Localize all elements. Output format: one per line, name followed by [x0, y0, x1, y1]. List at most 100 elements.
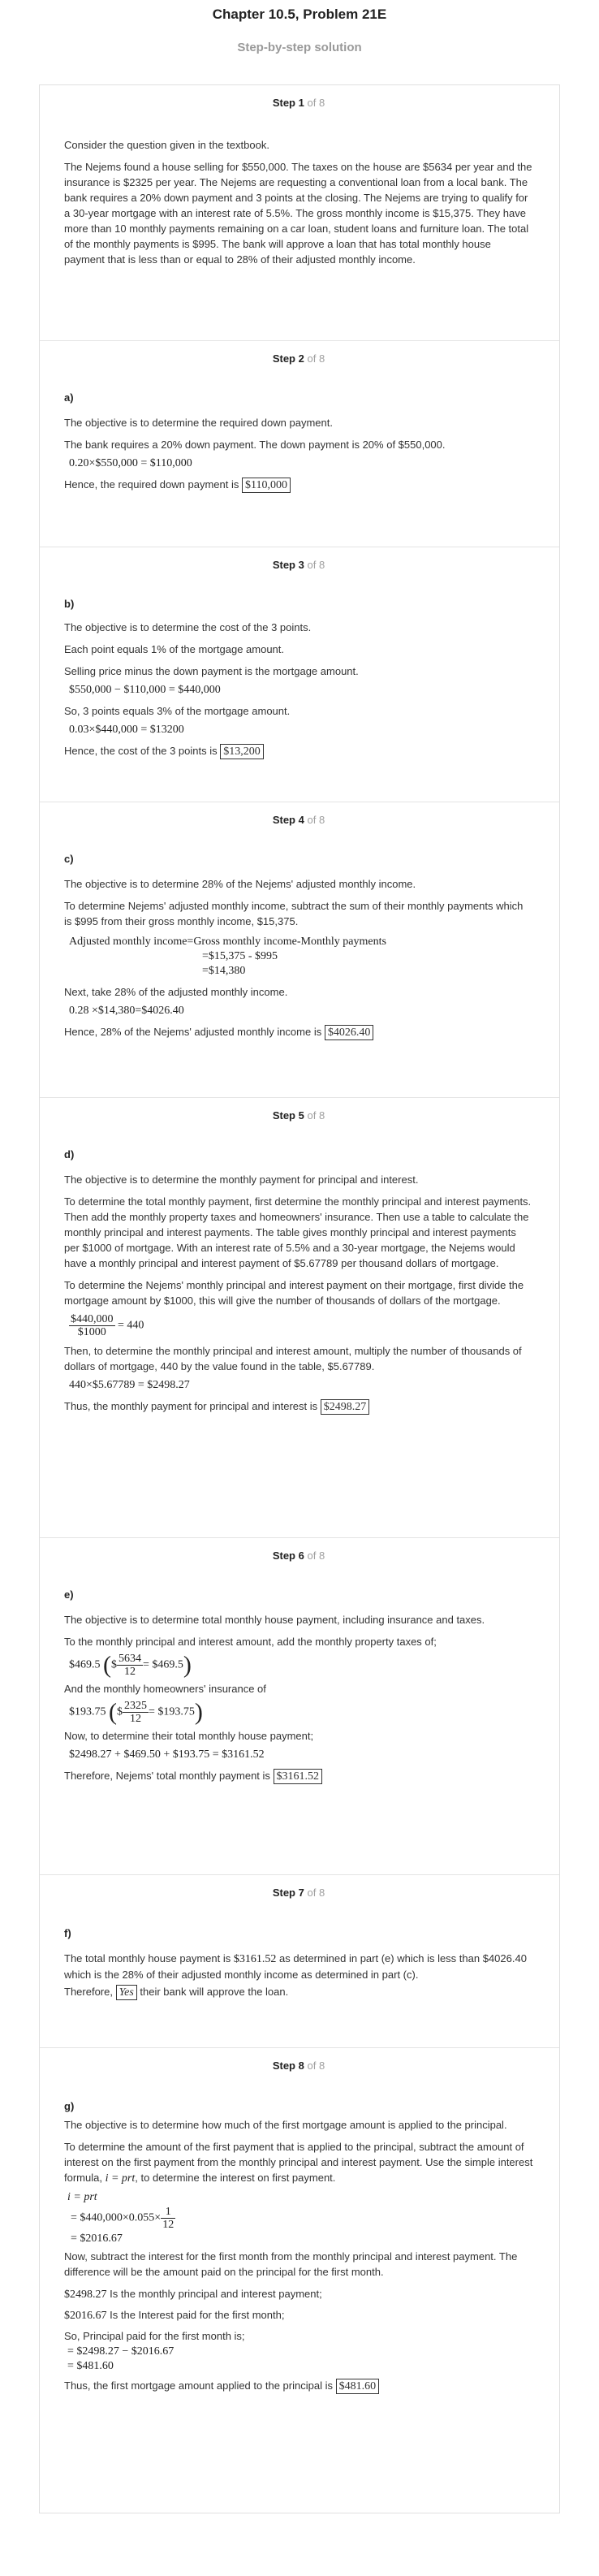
inline-math: i = prt	[105, 2172, 136, 2185]
paragraph: Consider the question given in the textb…	[64, 139, 269, 151]
text: , to determine the interest on first pay…	[135, 2172, 336, 2184]
numerator: $440,000	[69, 1313, 115, 1326]
conclusion: Hence, the required down payment is $110…	[64, 477, 533, 493]
conclusion-text: of the Nejems' adjusted monthly income i…	[124, 1026, 322, 1038]
paragraph: Now, to determine their total monthly ho…	[64, 1730, 314, 1742]
paragraph: The objective is to determine the monthl…	[64, 1173, 419, 1186]
result: = $469.5	[143, 1658, 183, 1671]
denominator: 12	[124, 1666, 136, 1678]
equation: Adjusted monthly income=Gross monthly in…	[69, 936, 386, 948]
part-label: b)	[64, 598, 75, 610]
fraction: 5634 12	[117, 1653, 143, 1678]
inline-math: $2498.27	[64, 2289, 107, 2301]
answer-box: Yes	[115, 1985, 137, 2000]
paren-right: )	[194, 1698, 203, 1726]
page-title: Chapter 10.5, Problem 21E	[212, 6, 387, 22]
step-header: Step 2 of 8	[64, 341, 533, 369]
numerator: 1	[161, 2206, 176, 2219]
numerator: 5634	[117, 1653, 143, 1666]
step-of: of 8	[307, 1549, 325, 1562]
conclusion-text: Hence, the required down payment is	[64, 478, 239, 491]
step-6: Step 6 of 8 e) The objective is to deter…	[40, 1537, 559, 1874]
fraction: 1 12	[161, 2206, 176, 2231]
conclusion-text: Hence,	[64, 1026, 98, 1038]
equation: 0.28 ×$14,380=$4026.40	[69, 1005, 184, 1017]
inline-math: $3161.52	[233, 1953, 277, 1965]
step-word: Step	[272, 2060, 295, 2072]
step-word: Step	[272, 97, 295, 109]
equation-term: $469.5	[69, 1658, 101, 1671]
conclusion-text: their bank will approve the loan.	[140, 1986, 289, 1998]
step-number: 1	[298, 97, 304, 109]
step-number: 8	[298, 2060, 304, 2072]
equation-term: $193.75	[69, 1705, 106, 1718]
equation: = $2498.27 − $2016.67	[67, 2345, 175, 2358]
conclusion-text: Hence, the cost of the 3 points is	[64, 745, 218, 757]
answer-box: $110,000	[241, 478, 291, 493]
paragraph: To determine Nejems' adjusted monthly in…	[64, 900, 524, 927]
step-header: Step 8 of 8	[64, 2048, 533, 2076]
numerator: 2325	[123, 1700, 149, 1713]
step-number: 3	[298, 559, 304, 571]
equation-term: = $440,000×0.055×	[71, 2211, 162, 2224]
solution-container: Step 1 of 8 Consider the question given …	[39, 84, 560, 2513]
step-word: Step	[272, 352, 295, 365]
inline-math: $2016.67	[64, 2310, 107, 2322]
step-number: 4	[298, 814, 304, 826]
paragraph: The objective is to determine total mont…	[64, 1614, 485, 1626]
equation: $193.75 ($ 2325 12 = $193.75)	[69, 1700, 533, 1725]
currency-symbol: $	[111, 1658, 117, 1671]
paragraph: So, Principal paid for the first month i…	[64, 2330, 245, 2342]
conclusion-text: Therefore,	[64, 1986, 113, 1998]
step-header: Step 4 of 8	[64, 802, 533, 830]
paragraph: To determine the amount of the first pay…	[64, 2139, 533, 2186]
inline-math: 28%	[100, 1027, 122, 1039]
equation: $440,000 $1000 = 440	[69, 1313, 533, 1338]
paragraph: The bank requires a 20% down payment. Th…	[64, 439, 446, 451]
part-label: a)	[64, 391, 74, 404]
step-of: of 8	[307, 814, 325, 826]
paren-right: )	[183, 1651, 192, 1679]
equation: =$15,375 - $995	[202, 950, 278, 962]
step-word: Step	[272, 1109, 295, 1122]
step-7: Step 7 of 8 f) The total monthly house p…	[40, 1874, 559, 2047]
paren-left: (	[109, 1698, 117, 1726]
paragraph: The objective is to determine the cost o…	[64, 621, 312, 633]
step-of: of 8	[307, 1109, 325, 1122]
paragraph: Next, take 28% of the adjusted monthly i…	[64, 986, 288, 998]
conclusion-text: Thus, the first mortgage amount applied …	[64, 2379, 333, 2392]
step-word: Step	[272, 1549, 295, 1562]
step-word: Step	[272, 1887, 295, 1899]
conclusion: Therefore, Yes their bank will approve t…	[64, 1984, 533, 2000]
paragraph: Then, to determine the monthly principal…	[64, 1345, 522, 1372]
fraction: $440,000 $1000	[69, 1313, 115, 1338]
equation: 440×$5.67789 = $2498.27	[69, 1379, 190, 1391]
denominator: 12	[130, 1713, 141, 1725]
answer-box: $2498.27	[320, 1399, 370, 1415]
equation: 0.03×$440,000 = $13200	[69, 724, 184, 736]
result: = 440	[118, 1319, 144, 1332]
conclusion-text: Therefore, Nejems' total monthly payment…	[64, 1770, 270, 1782]
paragraph: The Nejems found a house selling for $55…	[64, 161, 532, 266]
conclusion: Thus, the first mortgage amount applied …	[64, 2378, 533, 2394]
step-of: of 8	[307, 559, 325, 571]
step-number: 7	[298, 1887, 304, 1899]
equation: $550,000 − $110,000 = $440,000	[69, 684, 221, 696]
paragraph: $2498.27 Is the monthly principal and in…	[64, 2286, 533, 2302]
paragraph: The objective is to determine 28% of the…	[64, 878, 416, 890]
page-subtitle: Step-by-step solution	[237, 41, 362, 54]
conclusion: Therefore, Nejems' total monthly payment…	[64, 1768, 533, 1784]
equation: = $2016.67	[71, 2232, 123, 2245]
equation: 0.20×$550,000 = $110,000	[69, 457, 192, 469]
paragraph: The objective is to determine the requir…	[64, 417, 333, 429]
paragraph: Now, subtract the interest for the first…	[64, 2250, 518, 2278]
step-word: Step	[272, 814, 295, 826]
paragraph: To the monthly principal and interest am…	[64, 1636, 437, 1648]
step-header: Step 5 of 8	[64, 1098, 533, 1126]
paren-left: (	[103, 1651, 111, 1679]
paragraph: To determine the total monthly payment, …	[64, 1195, 532, 1269]
result: = $193.75	[149, 1705, 195, 1718]
paragraph: Each point equals 1% of the mortgage amo…	[64, 643, 285, 655]
paragraph: The total monthly house payment is $3161…	[64, 1951, 533, 1982]
step-of: of 8	[307, 1887, 325, 1899]
